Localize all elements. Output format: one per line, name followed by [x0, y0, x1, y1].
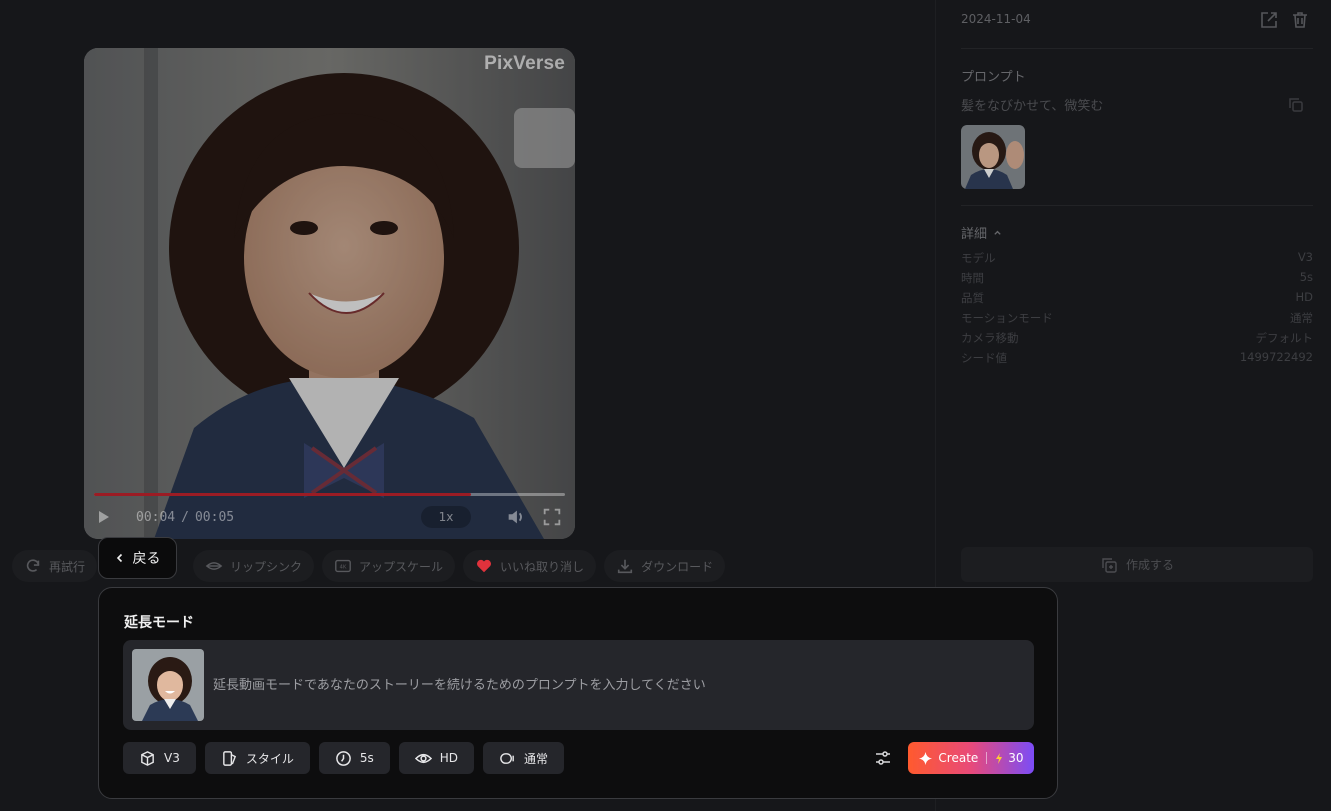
- detail-row-motion: モーションモード 通常: [961, 310, 1313, 326]
- create-button[interactable]: Create 30: [908, 742, 1034, 774]
- detail-label: モーションモード: [961, 311, 1053, 325]
- detail-value: V3: [1297, 250, 1313, 264]
- model-select[interactable]: V3: [123, 742, 196, 774]
- upscale-label: アップスケール: [359, 559, 444, 574]
- unlike-label: いいね取り消し: [500, 559, 585, 574]
- prompt-heading: プロンプト: [961, 70, 1026, 85]
- model-value: V3: [164, 751, 180, 765]
- source-thumbnail[interactable]: [132, 649, 204, 721]
- watermark-logo: PixVerse: [484, 53, 565, 74]
- quality-value: HD: [439, 751, 459, 765]
- back-button[interactable]: 戻る: [98, 537, 177, 579]
- detail-row-seed: シード値 1499722492: [961, 350, 1313, 366]
- back-label: 戻る: [132, 551, 161, 567]
- copy-icon[interactable]: [1287, 96, 1305, 114]
- detail-value: HD: [1295, 290, 1313, 304]
- create-similar-button[interactable]: 作成する: [961, 547, 1313, 582]
- download-label: ダウンロード: [641, 559, 714, 574]
- detail-value: 通常: [1290, 311, 1313, 325]
- time-separator: /: [181, 509, 189, 525]
- playback-speed-button[interactable]: 1x: [421, 506, 471, 528]
- duration-value: 5s: [359, 751, 374, 765]
- cube-icon: [141, 750, 154, 766]
- detail-row-duration: 時間 5s: [961, 270, 1313, 286]
- prompt-box[interactable]: [123, 640, 1034, 730]
- video-controls: 00:04 / 00:05 1x: [84, 495, 575, 539]
- detail-label: カメラ移動: [961, 331, 1019, 345]
- detail-row-model: モデル V3: [961, 250, 1313, 266]
- extend-mode-dialog: 延長モード V3 スタイル 5s: [98, 587, 1058, 799]
- lipsync-button[interactable]: リップシンク: [193, 550, 315, 582]
- details-toggle[interactable]: 詳細: [961, 223, 1002, 242]
- eye-icon: [414, 753, 432, 763]
- lipsync-label: リップシンク: [230, 559, 303, 574]
- share-icon[interactable]: [1259, 10, 1279, 30]
- create-label: Create: [938, 751, 979, 765]
- play-icon[interactable]: [96, 509, 112, 525]
- detail-label: 時間: [961, 271, 984, 285]
- details-heading: 詳細: [961, 227, 988, 242]
- creation-date: 2024-11-04: [961, 12, 1031, 26]
- divider: [961, 205, 1313, 206]
- extend-prompt-input[interactable]: [213, 677, 1034, 693]
- style-select[interactable]: スタイル: [204, 742, 310, 774]
- duration-select[interactable]: 5s: [318, 742, 390, 774]
- svg-text:4K: 4K: [340, 565, 347, 571]
- download-button[interactable]: ダウンロード: [604, 550, 726, 582]
- trash-icon[interactable]: [1290, 10, 1310, 30]
- retry-button[interactable]: 再試行: [12, 550, 98, 582]
- detail-row-camera: カメラ移動 デフォルト: [961, 330, 1313, 346]
- download-icon: [617, 559, 633, 574]
- style-value: スタイル: [245, 751, 294, 766]
- style-icon: [222, 750, 236, 766]
- credit-cost: 30: [1008, 751, 1024, 765]
- add-copy-icon: [1102, 557, 1117, 573]
- sliders-icon[interactable]: [873, 748, 893, 768]
- upscale-button[interactable]: 4K アップスケール: [322, 550, 456, 582]
- chevron-up-icon: [994, 230, 1001, 235]
- motion-value: 通常: [524, 751, 549, 766]
- create-separator: [986, 752, 988, 764]
- detail-value: 5s: [1299, 270, 1313, 284]
- video-player[interactable]: PixVerse 00:04 / 00:05 1x: [84, 48, 575, 539]
- fullscreen-icon[interactable]: [541, 506, 563, 528]
- retry-label: 再試行: [49, 559, 86, 574]
- heart-icon: [477, 559, 492, 573]
- generation-options: V3 スタイル 5s HD 通常: [123, 742, 565, 774]
- unlike-button[interactable]: いいね取り消し: [463, 550, 597, 582]
- prompt-text: 髪をなびかせて、微笑む: [961, 99, 1104, 114]
- motion-mode-select[interactable]: 通常: [483, 742, 565, 774]
- chevron-left-icon: [116, 553, 122, 563]
- dialog-title: 延長モード: [124, 615, 194, 631]
- create-similar-label: 作成する: [1125, 558, 1174, 572]
- detail-row-quality: 品質 HD: [961, 290, 1313, 306]
- detail-label: シード値: [961, 351, 1007, 365]
- sparkle-icon: [919, 751, 933, 765]
- total-time: 00:05: [194, 509, 235, 525]
- clock-icon: [335, 750, 351, 766]
- detail-value: デフォルト: [1255, 331, 1314, 345]
- motion-icon: [500, 752, 514, 764]
- quality-select[interactable]: HD: [398, 742, 475, 774]
- retry-icon: [26, 559, 40, 572]
- detail-label: 品質: [961, 291, 984, 305]
- 4k-icon: 4K: [335, 559, 351, 573]
- video-frame: [84, 48, 575, 539]
- current-time: 00:04: [136, 509, 176, 525]
- lightning-icon: [996, 752, 1003, 764]
- lips-icon: [205, 562, 223, 570]
- divider: [961, 48, 1313, 49]
- detail-label: モデル: [961, 251, 996, 265]
- detail-value: 1499722492: [1239, 350, 1313, 364]
- prompt-image-thumbnail[interactable]: [961, 125, 1025, 189]
- volume-icon[interactable]: [505, 506, 527, 528]
